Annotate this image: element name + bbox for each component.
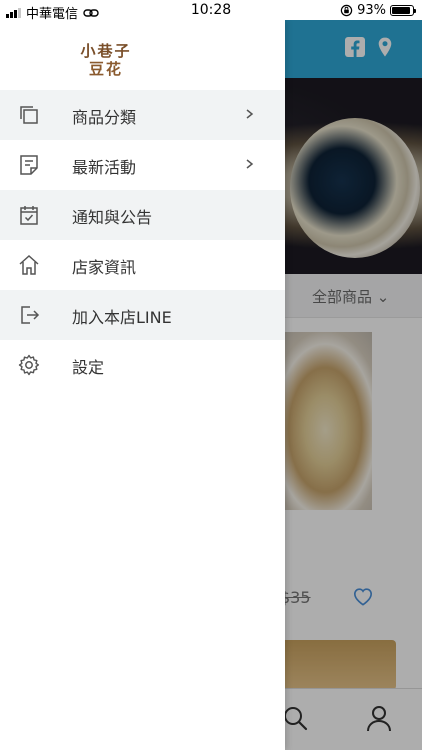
menu-item-label: 最新活動 [72, 158, 137, 177]
menu-item-label: 通知與公告 [72, 208, 153, 227]
note-icon [20, 155, 38, 175]
sign-out-icon [21, 306, 40, 324]
chevron-right-icon [246, 159, 254, 169]
gear-icon [18, 354, 40, 376]
menu-item-label: 店家資訊 [72, 258, 137, 277]
menu-item-store-info[interactable]: 店家資訊 [0, 240, 285, 290]
battery-percent: 93% [357, 3, 386, 18]
menu-item-notifications[interactable]: 通知與公告 [0, 190, 285, 240]
chevron-right-icon [246, 109, 254, 119]
drawer-menu: 商品分類 最新活動 通知與公告 店家資訊 加入本店LINE 設定 [0, 90, 285, 390]
menu-item-join-line[interactable]: 加入本店LINE [0, 290, 285, 340]
menu-item-categories[interactable]: 商品分類 [0, 90, 285, 140]
menu-item-events[interactable]: 最新活動 [0, 140, 285, 190]
battery-icon [390, 5, 416, 16]
status-bar: 中華電信 10:28 93% [0, 0, 422, 22]
menu-item-label: 設定 [72, 358, 105, 377]
orientation-lock-icon [340, 4, 353, 17]
home-icon [19, 254, 39, 275]
menu-item-label: 商品分類 [72, 108, 137, 127]
copy-icon [20, 106, 38, 124]
store-logo[interactable]: 小巷子 豆花 [0, 20, 285, 90]
side-drawer: 小巷子 豆花 商品分類 最新活動 通知與公告 店家資訊 加入本店LINE 設定 [0, 20, 285, 750]
menu-item-settings[interactable]: 設定 [0, 340, 285, 390]
calendar-check-icon [20, 206, 38, 225]
logo-text-line2: 豆花 [88, 60, 123, 78]
menu-item-label: 加入本店LINE [72, 308, 172, 327]
